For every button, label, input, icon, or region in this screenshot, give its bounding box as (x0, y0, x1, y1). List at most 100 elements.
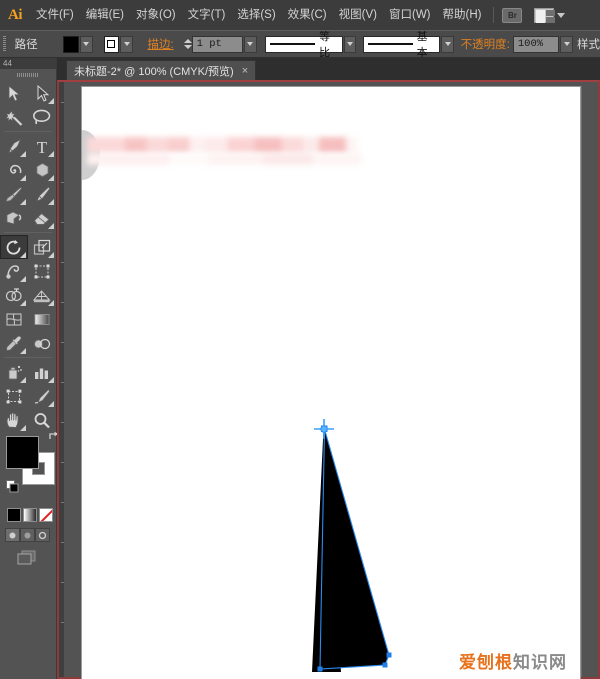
draw-behind-icon (23, 531, 32, 540)
menu-select[interactable]: 选择(S) (231, 0, 281, 30)
tool-column-graph[interactable] (28, 360, 56, 384)
chevron-down-icon (83, 42, 89, 46)
draw-mode-row (5, 528, 56, 542)
tool-mesh[interactable] (0, 307, 28, 331)
tool-group-transform (0, 235, 56, 355)
stroke-color-swatch[interactable] (104, 36, 120, 53)
opacity-label[interactable]: 不透明度: (461, 36, 513, 52)
tool-lasso[interactable] (28, 105, 56, 129)
mesh-icon (5, 311, 23, 328)
draw-mode-behind[interactable] (20, 528, 35, 542)
bridge-button[interactable]: Br (502, 8, 522, 23)
close-icon[interactable]: × (242, 65, 248, 77)
draw-inside-icon (38, 531, 47, 540)
tool-spiral[interactable] (0, 158, 28, 182)
menu-object[interactable]: 对象(O) (130, 0, 182, 30)
tools-panel-collapse[interactable]: 44 (0, 58, 56, 69)
tool-blob-brush[interactable] (0, 206, 28, 230)
menu-bar: Ai 文件(F) 编辑(E) 对象(O) 文字(T) 选择(S) 效果(C) 视… (0, 0, 600, 30)
screen-mode-button[interactable] (17, 550, 39, 566)
paint-mode-color[interactable] (7, 508, 21, 522)
vertical-ruler (59, 82, 64, 677)
menu-file[interactable]: 文件(F) (30, 0, 80, 30)
menu-help[interactable]: 帮助(H) (437, 0, 488, 30)
flyout-triangle-icon (48, 300, 54, 306)
tool-artboard[interactable] (0, 384, 28, 408)
opacity-dropdown[interactable] (560, 36, 572, 53)
free-transform-icon (33, 263, 51, 280)
stroke-weight-stepper[interactable] (184, 36, 192, 53)
tool-zoom[interactable] (28, 408, 56, 432)
tool-divider (4, 232, 52, 233)
flyout-triangle-icon (20, 300, 26, 306)
tool-divider (4, 131, 52, 132)
brush-definition-select[interactable]: 基本 (363, 36, 440, 53)
tool-divider (4, 357, 52, 358)
stroke-weight-input[interactable]: 1 pt (192, 36, 244, 53)
tool-blend[interactable] (28, 331, 56, 355)
tool-free-transform[interactable] (28, 259, 56, 283)
arrow-solid-icon (8, 85, 21, 102)
menu-effect[interactable]: 效果(C) (282, 0, 333, 30)
paint-mode-row (7, 508, 56, 522)
stroke-weight-dropdown[interactable] (244, 36, 256, 53)
draw-mode-inside[interactable] (35, 528, 50, 542)
paint-mode-none[interactable] (39, 508, 53, 522)
selection-type-label: 路径 (9, 36, 44, 52)
fill-color-dropdown[interactable] (80, 36, 92, 53)
draw-mode-normal[interactable] (5, 528, 20, 542)
fill-color-swatch[interactable] (63, 36, 79, 53)
fill-swatch-large[interactable] (6, 436, 39, 469)
menu-type[interactable]: 文字(T) (182, 0, 232, 30)
menu-edit[interactable]: 编辑(E) (80, 0, 130, 30)
chevron-down-icon (445, 42, 451, 46)
tool-scale[interactable] (28, 235, 56, 259)
tool-paintbrush[interactable] (0, 182, 28, 206)
stroke-profile-label: 等比 (319, 30, 338, 58)
stroke-profile-dropdown[interactable] (344, 36, 356, 53)
tool-magic-wand[interactable] (0, 105, 28, 129)
type-t-icon: T (35, 138, 49, 155)
default-fill-stroke-icon[interactable] (6, 480, 19, 493)
tool-group-symbols (0, 360, 56, 432)
stroke-profile-select[interactable]: 等比 (265, 36, 343, 53)
color-controls (6, 436, 56, 492)
graphic-styles-label[interactable]: 样式 (577, 36, 600, 52)
tool-polygon[interactable] (28, 158, 56, 182)
blend-icon (33, 335, 51, 352)
tool-slice[interactable] (28, 384, 56, 408)
screen-mode-icon (17, 550, 39, 566)
brush-definition-dropdown[interactable] (441, 36, 453, 53)
document-area (57, 80, 600, 679)
tool-pen[interactable] (0, 134, 28, 158)
tool-hand[interactable] (0, 408, 28, 432)
tool-symbol-sprayer[interactable] (0, 360, 28, 384)
tool-selection[interactable] (0, 81, 28, 105)
paint-mode-gradient[interactable] (23, 508, 37, 522)
menu-view[interactable]: 视图(V) (333, 0, 383, 30)
opacity-input[interactable]: 100% (513, 36, 559, 53)
tool-rotate[interactable] (0, 235, 28, 259)
menu-window[interactable]: 窗口(W) (383, 0, 437, 30)
tool-gradient[interactable] (28, 307, 56, 331)
tool-pencil[interactable] (28, 182, 56, 206)
tool-eyedropper[interactable] (0, 331, 28, 355)
control-bar-grip[interactable] (0, 30, 9, 58)
arrange-documents-button[interactable] (534, 8, 565, 23)
tool-type[interactable]: T (28, 134, 56, 158)
tool-direct-selection[interactable] (28, 81, 56, 105)
document-tab[interactable]: 未标题-2* @ 100% (CMYK/预览) × (66, 60, 256, 80)
tool-perspective-grid[interactable] (28, 283, 56, 307)
stroke-color-dropdown[interactable] (120, 36, 132, 53)
chevron-down-icon (124, 42, 130, 46)
tool-shape-builder[interactable] (0, 283, 28, 307)
artboard[interactable] (81, 86, 581, 679)
magic-wand-icon (6, 109, 23, 126)
gradient-icon (33, 311, 51, 328)
tool-warp[interactable] (0, 259, 28, 283)
stroke-weight-label[interactable]: 描边: (141, 36, 179, 52)
tool-eraser[interactable] (28, 206, 56, 230)
tools-panel-grip[interactable] (0, 69, 56, 81)
canvas-scroll-area[interactable] (81, 86, 582, 677)
watermark-primary: 爱刨根 (459, 653, 513, 672)
